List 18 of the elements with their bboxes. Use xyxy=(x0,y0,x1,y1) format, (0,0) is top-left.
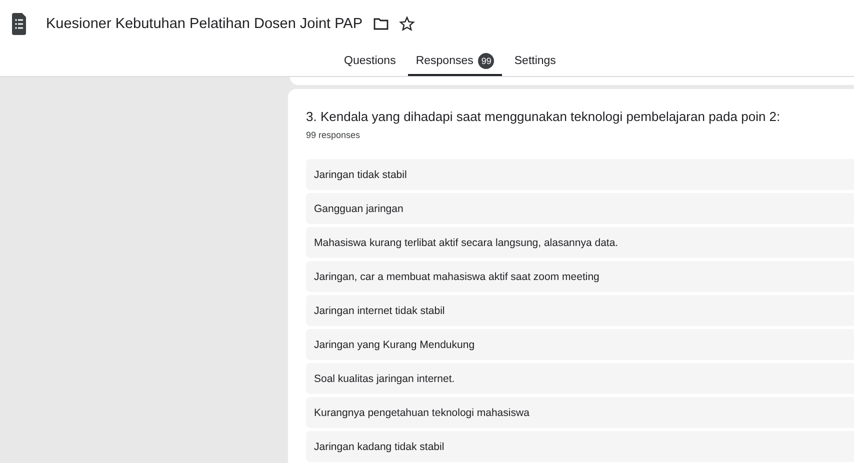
response-item: Jaringan tidak stabil xyxy=(306,159,854,190)
star-icon[interactable] xyxy=(398,16,415,32)
question-title: 3. Kendala yang dihadapi saat menggunakan teknologi pembelajaran pada poin 2: xyxy=(306,109,782,124)
tab[interactable]: Settings xyxy=(506,48,564,76)
response-item: Jaringan, car a membuat mahasiswa aktif saat zoom meeting xyxy=(306,261,854,292)
response-item: Jaringan internet tidak stabil xyxy=(306,295,854,326)
form-title[interactable]: Kuesioner Kebutuhan Pelatihan Dosen Joint PAP xyxy=(46,16,363,32)
response-item: Soal kualitas jaringan internet. xyxy=(306,363,854,394)
response-item: Jaringan yang Kurang Mendukung xyxy=(306,329,854,360)
response-item: Kurangnya pengetahuan teknologi mahasiswa xyxy=(306,397,854,428)
tab[interactable]: Questions xyxy=(336,48,404,76)
response-item: Mahasiswa kurang terlibat aktif secara langsung, alasannya data. xyxy=(306,227,854,258)
folder-icon[interactable] xyxy=(372,16,389,32)
response-item: Jaringan kadang tidak stabil xyxy=(306,431,854,462)
response-count-badge: 99 xyxy=(478,53,494,69)
response-item: Gangguan jaringan xyxy=(306,193,854,224)
forms-logo-icon[interactable] xyxy=(12,13,26,35)
response-count: 99 responses xyxy=(306,130,362,140)
